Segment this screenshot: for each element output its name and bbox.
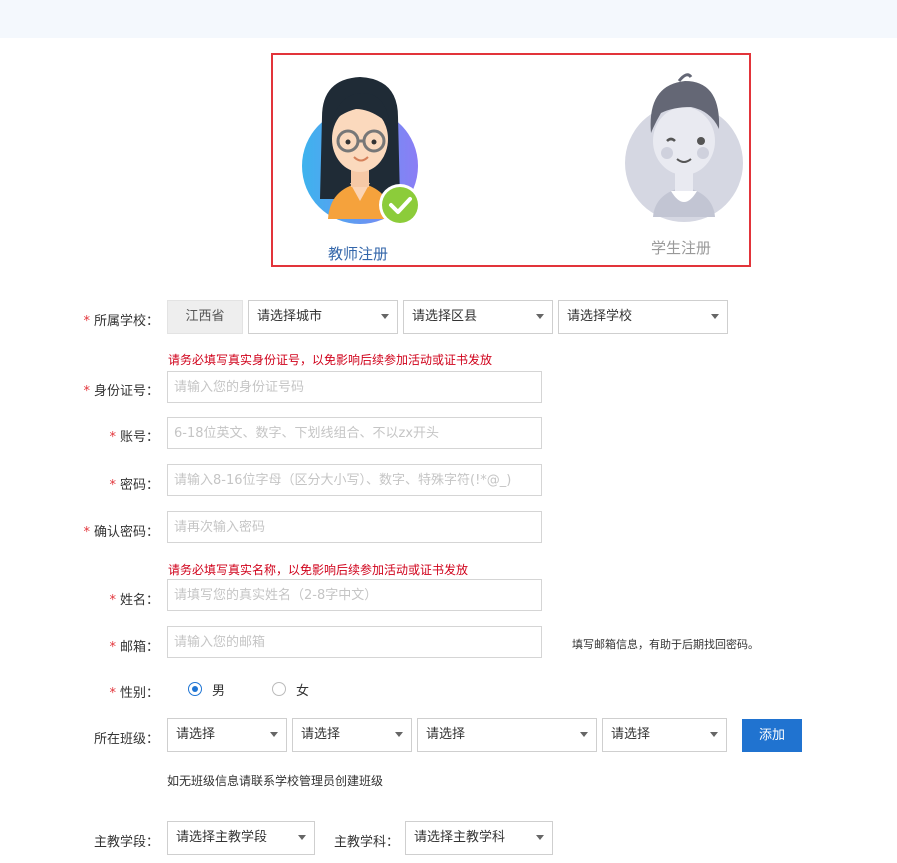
gender-male-text: 男 (212, 684, 226, 699)
school-field-label: * 所属学校： (83, 314, 159, 329)
email-input[interactable] (167, 626, 542, 658)
email-hint: 填写邮箱信息，有助于后期找回密码。 (572, 638, 759, 651)
chevron-down-icon (536, 314, 544, 319)
province-display: 江西省 (167, 300, 243, 334)
school-select[interactable]: 请选择学校 (558, 300, 728, 334)
class-subject-select[interactable]: 请选择 (602, 718, 727, 752)
id-number-label: * 身份证号： (83, 384, 159, 399)
class-year-select[interactable]: 请选择 (292, 718, 412, 752)
account-input[interactable] (167, 417, 542, 449)
chevron-down-icon (536, 835, 544, 840)
teaching-stage-label: 主教学段： (93, 835, 159, 850)
chevron-down-icon (381, 314, 389, 319)
chevron-down-icon (710, 732, 718, 737)
chevron-down-icon (395, 732, 403, 737)
district-select[interactable]: 请选择区县 (403, 300, 553, 334)
teaching-subject-select[interactable]: 请选择主教学科 (405, 821, 553, 855)
password-label: * 密码： (109, 478, 159, 493)
chevron-down-icon (711, 314, 719, 319)
student-role-label: 学生注册 (651, 239, 712, 257)
teaching-subject-label: 主教学科： (334, 835, 400, 850)
class-grade-select[interactable]: 请选择 (167, 718, 287, 752)
gender-female-text: 女 (296, 684, 310, 699)
name-warning: 请务必填写真实名称，以免影响后续参加活动或证书发放 (168, 563, 469, 577)
account-label: * 账号： (109, 430, 159, 445)
class-label: 所在班级： (93, 732, 159, 747)
confirm-password-label: * 确认密码： (83, 525, 159, 540)
class-note: 如无班级信息请联系学校管理员创建班级 (167, 774, 384, 788)
teacher-avatar-icon (302, 77, 421, 226)
student-role-option[interactable]: 学生注册 (621, 67, 747, 259)
chevron-down-icon (580, 732, 588, 737)
confirm-password-input[interactable] (167, 511, 542, 543)
city-select[interactable]: 请选择城市 (248, 300, 398, 334)
chevron-down-icon (298, 835, 306, 840)
top-header-bar (0, 0, 897, 38)
gender-female-radio[interactable] (272, 682, 286, 696)
id-number-input[interactable] (167, 371, 542, 403)
add-class-button[interactable]: 添加 (742, 719, 802, 752)
role-selector: 教师注册 学生注册 (271, 53, 751, 267)
id-number-warning: 请务必填写真实身份证号，以免影响后续参加活动或证书发放 (168, 353, 493, 367)
teacher-role-option[interactable]: 教师注册 (300, 69, 424, 263)
name-label: * 姓名： (109, 593, 159, 608)
student-avatar-icon (625, 73, 743, 222)
password-input[interactable] (167, 464, 542, 496)
teacher-role-label: 教师注册 (328, 245, 389, 263)
gender-male-radio[interactable] (188, 682, 202, 696)
class-name-select[interactable]: 请选择 (417, 718, 597, 752)
teaching-stage-select[interactable]: 请选择主教学段 (167, 821, 315, 855)
name-input[interactable] (167, 579, 542, 611)
gender-label: * 性别： (109, 686, 159, 701)
email-label: * 邮箱： (109, 640, 159, 655)
chevron-down-icon (270, 732, 278, 737)
